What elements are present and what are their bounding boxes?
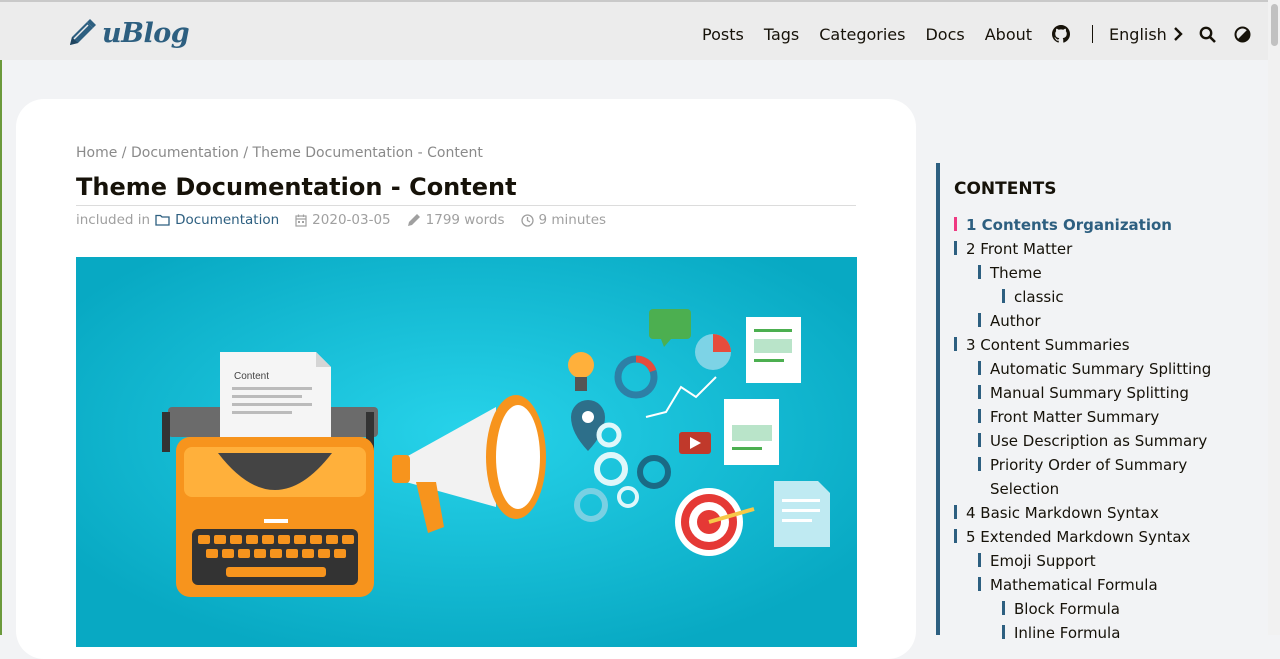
toc-marker bbox=[978, 385, 981, 399]
pencil-icon bbox=[407, 213, 421, 227]
toc-item-content-summaries[interactable]: 3 Content Summaries bbox=[954, 333, 1211, 357]
table-of-contents: CONTENTS 1 Contents Organization 2 Front… bbox=[936, 163, 1256, 642]
toc-item-label: Automatic Summary Splitting bbox=[990, 360, 1212, 378]
reading-time: 9 minutes bbox=[538, 212, 607, 228]
toc-marker bbox=[978, 361, 981, 375]
toc-item-manual-summary-splitting[interactable]: Manual Summary Splitting bbox=[954, 381, 1211, 405]
clock-icon bbox=[520, 213, 534, 227]
post-date: 2020-03-05 bbox=[312, 212, 391, 228]
toc-marker bbox=[978, 313, 981, 327]
toc-heading: CONTENTS bbox=[954, 179, 1057, 199]
scrollbar-thumb[interactable] bbox=[1271, 4, 1278, 46]
toc-marker bbox=[978, 265, 981, 279]
toc-marker bbox=[954, 337, 957, 351]
site-header: uBlog Posts Tags Categories Docs About E… bbox=[0, 2, 1268, 60]
site-logo[interactable]: uBlog bbox=[66, 16, 190, 50]
post-meta: included in Documentation 2020-03-05 179… bbox=[76, 212, 606, 228]
paper-label: Content bbox=[234, 371, 269, 382]
toc-item-extended-markdown-syntax[interactable]: 5 Extended Markdown Syntax bbox=[954, 525, 1211, 549]
language-switcher[interactable]: English bbox=[1109, 25, 1167, 44]
breadcrumb-separator: / bbox=[243, 145, 249, 161]
toc-item-automatic-summary-splitting[interactable]: Automatic Summary Splitting bbox=[954, 357, 1211, 381]
toc-marker bbox=[954, 241, 957, 255]
toc-item-label: 2 Front Matter bbox=[966, 240, 1073, 258]
pencil-icon bbox=[66, 17, 98, 49]
toc-item-label: Inline Formula bbox=[1014, 624, 1121, 642]
toc-item-block-formula[interactable]: Block Formula bbox=[954, 597, 1211, 621]
featured-illustration: Content bbox=[76, 257, 857, 647]
toc-item-label: Theme bbox=[990, 264, 1042, 282]
article-card: Home / Documentation / Theme Documentati… bbox=[16, 99, 916, 659]
toc-item-label: Use Description as Summary bbox=[990, 432, 1208, 450]
toc-marker bbox=[978, 553, 981, 567]
breadcrumb: Home / Documentation / Theme Documentati… bbox=[76, 145, 483, 161]
theme-toggle-icon[interactable] bbox=[1234, 26, 1251, 43]
toc-item-label: 5 Extended Markdown Syntax bbox=[966, 528, 1191, 546]
featured-image: Content bbox=[76, 257, 857, 647]
toc-item-label: Manual Summary Splitting bbox=[990, 384, 1189, 402]
toc-item-label: Priority Order of Summary Selection bbox=[990, 456, 1188, 498]
toc-item-emoji-support[interactable]: Emoji Support bbox=[954, 549, 1211, 573]
toc-list: 1 Contents Organization 2 Front Matter T… bbox=[954, 213, 1211, 645]
toc-item-label: Front Matter Summary bbox=[990, 408, 1160, 426]
toc-marker bbox=[978, 409, 981, 423]
nav-docs[interactable]: Docs bbox=[925, 25, 964, 44]
toc-item-use-description-as-summary[interactable]: Use Description as Summary bbox=[954, 429, 1211, 453]
breadcrumb-separator: / bbox=[121, 145, 127, 161]
word-count: 1799 words bbox=[425, 212, 505, 228]
page-title: Theme Documentation - Content bbox=[76, 173, 517, 201]
category-link[interactable]: Documentation bbox=[175, 212, 279, 228]
nav-tags[interactable]: Tags bbox=[764, 25, 799, 44]
toc-item-label: Author bbox=[990, 312, 1041, 330]
toc-item-label: 3 Content Summaries bbox=[966, 336, 1130, 354]
toc-item-front-matter[interactable]: 2 Front Matter bbox=[954, 237, 1211, 261]
toc-item-front-matter-summary[interactable]: Front Matter Summary bbox=[954, 405, 1211, 429]
toc-item-author[interactable]: Author bbox=[954, 309, 1211, 333]
toc-marker bbox=[978, 433, 981, 447]
toc-item-label: Emoji Support bbox=[990, 552, 1096, 570]
breadcrumb-current: Theme Documentation - Content bbox=[252, 145, 483, 161]
toc-item-label: 4 Basic Markdown Syntax bbox=[966, 504, 1159, 522]
toc-item-label: Mathematical Formula bbox=[990, 576, 1158, 594]
toc-marker bbox=[954, 505, 957, 519]
included-in-label: included in bbox=[76, 212, 151, 228]
toc-marker bbox=[954, 529, 957, 543]
breadcrumb-home[interactable]: Home bbox=[76, 145, 117, 161]
toc-item-inline-formula[interactable]: Inline Formula bbox=[954, 621, 1211, 645]
nav-about[interactable]: About bbox=[985, 25, 1032, 44]
calendar-icon bbox=[295, 214, 307, 227]
toc-item-theme[interactable]: Theme bbox=[954, 261, 1211, 285]
nav-divider bbox=[1092, 25, 1094, 43]
folder-icon bbox=[155, 214, 170, 226]
github-icon[interactable] bbox=[1052, 25, 1071, 43]
toc-item-label: Block Formula bbox=[1014, 600, 1120, 618]
nav-posts[interactable]: Posts bbox=[702, 25, 744, 44]
main-nav: Posts Tags Categories Docs About English bbox=[702, 22, 1251, 46]
nav-categories[interactable]: Categories bbox=[819, 25, 905, 44]
search-icon[interactable] bbox=[1199, 26, 1216, 43]
chevron-right-icon[interactable] bbox=[1173, 27, 1183, 41]
toc-item-contents-organization[interactable]: 1 Contents Organization bbox=[954, 213, 1211, 237]
toc-marker bbox=[1002, 601, 1005, 615]
toc-accent-bar bbox=[936, 163, 940, 635]
toc-item-priority-order-of-summary-selection[interactable]: Priority Order of Summary Selection bbox=[954, 453, 1211, 501]
toc-marker bbox=[954, 217, 957, 231]
page-left-edge bbox=[0, 60, 2, 635]
toc-item-mathematical-formula[interactable]: Mathematical Formula bbox=[954, 573, 1211, 597]
toc-marker bbox=[1002, 625, 1005, 639]
toc-item-classic[interactable]: classic bbox=[954, 285, 1211, 309]
toc-marker bbox=[978, 457, 981, 471]
site-name: uBlog bbox=[102, 17, 190, 49]
toc-item-label: classic bbox=[1014, 288, 1064, 306]
toc-marker bbox=[978, 577, 981, 591]
toc-marker bbox=[1002, 289, 1005, 303]
toc-item-label: 1 Contents Organization bbox=[966, 216, 1172, 234]
toc-item-basic-markdown-syntax[interactable]: 4 Basic Markdown Syntax bbox=[954, 501, 1211, 525]
title-divider bbox=[76, 205, 856, 206]
page-scrollbar[interactable] bbox=[1268, 0, 1280, 635]
breadcrumb-documentation[interactable]: Documentation bbox=[131, 145, 239, 161]
